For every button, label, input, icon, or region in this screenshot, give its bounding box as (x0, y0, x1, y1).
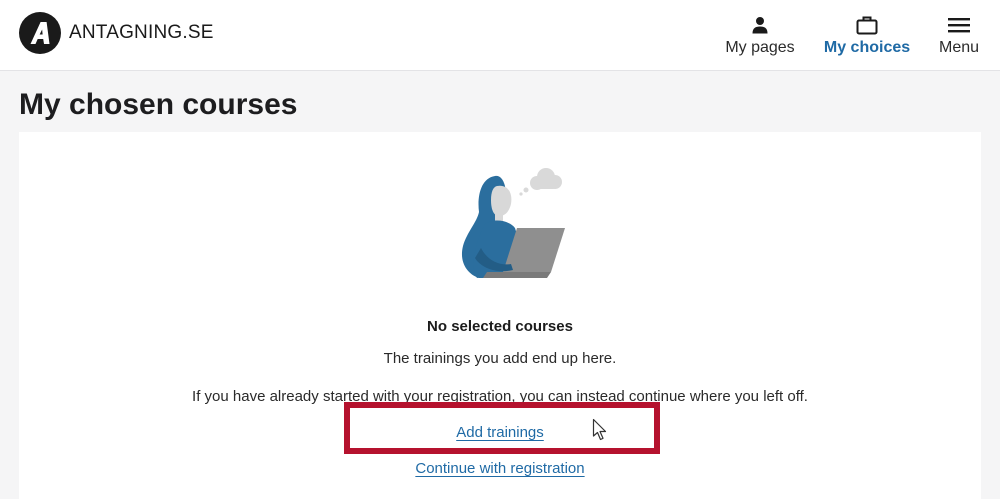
hamburger-menu-icon (948, 14, 970, 36)
antagning-logo-icon (19, 12, 61, 54)
nav-my-choices-label: My choices (823, 39, 911, 56)
continue-registration-link-row: Continue with registration (19, 460, 981, 477)
site-header: ANTAGNING.SE My pages My choices Menu (0, 0, 1000, 71)
empty-state-info: If you have already started with your re… (192, 388, 808, 405)
add-trainings-link-row: Add trainings (19, 424, 981, 441)
nav-my-pages[interactable]: My pages (722, 14, 798, 58)
nav-menu[interactable]: Menu (934, 14, 984, 58)
empty-state-card: No selected courses The trainings you ad… (19, 132, 981, 499)
page-title: My chosen courses (19, 88, 298, 121)
nav-my-choices[interactable]: My choices (824, 14, 910, 58)
add-trainings-link[interactable]: Add trainings (456, 424, 544, 441)
mouse-cursor-icon (592, 418, 607, 441)
nav-menu-label: Menu (938, 39, 980, 56)
home-logo-link[interactable]: ANTAGNING.SE (19, 12, 214, 54)
nav-my-pages-label: My pages (725, 39, 795, 56)
continue-registration-link[interactable]: Continue with registration (415, 460, 584, 477)
empty-state-subtitle: The trainings you add end up here. (383, 350, 617, 367)
briefcase-icon (856, 14, 878, 36)
person-with-laptop-illustration (461, 168, 565, 278)
person-icon (751, 14, 769, 36)
logo-text: ANTAGNING.SE (69, 22, 214, 43)
empty-state-title: No selected courses (427, 318, 573, 335)
